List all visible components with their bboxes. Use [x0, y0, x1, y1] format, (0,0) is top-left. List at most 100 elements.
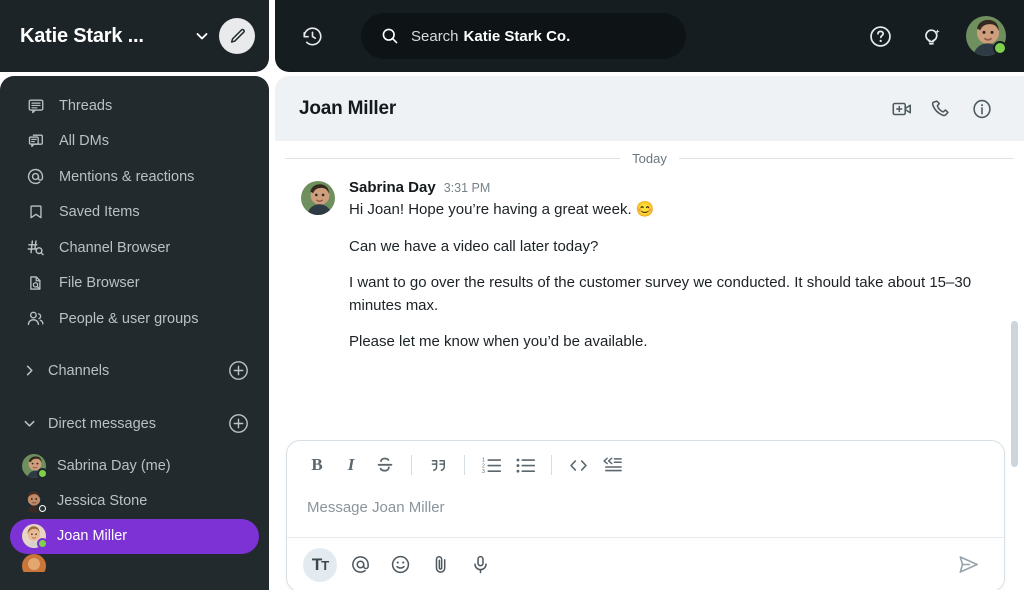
search-icon	[381, 27, 399, 45]
avatar	[22, 489, 48, 514]
presence-badge-online	[993, 41, 1007, 55]
sidebar-item-channel-browser[interactable]: Channel Browser	[0, 230, 269, 266]
sidebar-item-label: Channel Browser	[59, 239, 171, 256]
microphone-icon[interactable]	[463, 548, 497, 582]
message-paragraph: I want to go over the results of the cus…	[349, 274, 972, 314]
avatar	[22, 553, 46, 572]
sidebar-item-label: All DMs	[59, 133, 109, 150]
text-format-icon[interactable]: TT	[303, 547, 337, 582]
message-scrollbar[interactable]	[1011, 251, 1018, 473]
sidebar-section-label: Channels	[48, 362, 110, 379]
toolbar-divider	[411, 455, 412, 475]
sidebar-item-people-user-groups[interactable]: People & user groups	[0, 301, 269, 337]
help-circle-icon[interactable]	[860, 16, 900, 56]
svg-text:3: 3	[481, 469, 484, 475]
sidebar-item-label: People & user groups	[59, 310, 199, 327]
message-timestamp: 3:31 PM	[443, 181, 491, 195]
threads-icon	[26, 96, 45, 115]
sidebar-dm-partial[interactable]	[10, 553, 259, 572]
tt-glyph: TT	[311, 554, 329, 574]
message-body: Sabrina Day 3:31 PM Hi Joan! Hope you’re…	[349, 179, 998, 354]
avatar	[22, 454, 48, 479]
sidebar: Threads All DMs Mentions & reactions Sav…	[0, 76, 269, 590]
at-icon[interactable]	[343, 548, 377, 582]
compose-message-button[interactable]	[219, 18, 255, 54]
people-icon	[26, 309, 45, 328]
chevron-right-icon	[22, 364, 36, 378]
scrollbar-thumb[interactable]	[1011, 321, 1018, 467]
message-paragraph: Please let me know when you’d be availab…	[349, 333, 648, 350]
plus-circle-icon[interactable]	[227, 360, 249, 382]
info-circle-icon[interactable]	[962, 89, 1002, 129]
sidebar-dm-label: Sabrina Day (me)	[57, 458, 171, 474]
message-item: Sabrina Day 3:31 PM Hi Joan! Hope you’re…	[275, 175, 1024, 354]
workspace-header[interactable]: Katie Stark ...	[0, 0, 269, 72]
send-paper-plane-icon[interactable]	[948, 547, 988, 583]
at-mention-icon	[26, 167, 45, 186]
presence-badge-online	[37, 538, 48, 549]
sidebar-item-label: Saved Items	[59, 204, 140, 221]
day-divider: Today	[285, 141, 1014, 175]
sidebar-dm-label: Joan Miller	[57, 528, 128, 544]
paperclip-icon[interactable]	[423, 548, 457, 582]
code-block-icon[interactable]	[596, 449, 628, 481]
message-author[interactable]: Sabrina Day	[349, 179, 436, 196]
italic-icon[interactable]: I	[335, 449, 367, 481]
strikethrough-icon[interactable]	[369, 449, 401, 481]
user-avatar-button[interactable]	[966, 16, 1007, 56]
sidebar-dm-label: Jessica Stone	[57, 493, 148, 509]
plus-circle-icon[interactable]	[227, 413, 249, 435]
bold-icon[interactable]: B	[301, 449, 333, 481]
message-meta: Sabrina Day 3:31 PM	[349, 179, 998, 196]
toolbar-divider	[464, 455, 465, 475]
ordered-list-icon[interactable]: 123	[475, 449, 507, 481]
sidebar-item-threads[interactable]: Threads	[0, 88, 269, 124]
sidebar-dm-joan-miller[interactable]: Joan Miller	[10, 518, 259, 554]
avatar[interactable]	[301, 181, 335, 215]
sidebar-section-channels[interactable]: Channels	[0, 351, 269, 391]
lightbulb-sparkle-icon[interactable]	[910, 16, 950, 56]
sidebar-item-all-dms[interactable]: All DMs	[0, 124, 269, 160]
message-input-placeholder: Message Joan Miller	[307, 499, 445, 516]
composer-action-bar: TT	[287, 537, 1004, 590]
emoji-smiley-icon[interactable]	[383, 548, 417, 582]
day-divider-label: Today	[620, 150, 679, 166]
message-input[interactable]: Message Joan Miller	[287, 489, 1004, 537]
sidebar-item-file-browser[interactable]: File Browser	[0, 266, 269, 302]
sidebar-item-label: File Browser	[59, 275, 140, 292]
italic-glyph: I	[347, 455, 355, 474]
sidebar-dm-sabrina-day[interactable]: Sabrina Day (me)	[10, 449, 259, 484]
code-icon[interactable]	[562, 449, 594, 481]
sidebar-item-label: Mentions & reactions	[59, 168, 195, 185]
bookmark-icon	[26, 203, 45, 222]
sidebar-section-direct-messages[interactable]: Direct messages	[0, 404, 269, 444]
search-input[interactable]: Search Katie Stark Co.	[361, 13, 686, 59]
sidebar-item-label: Threads	[59, 97, 113, 114]
all-dms-icon	[26, 132, 45, 151]
conversation-panel: Joan Miller Today Sabrina Day 3:31 PM Hi…	[275, 76, 1024, 590]
message-paragraph: Can we have a video call later today?	[349, 237, 599, 255]
chevron-down-icon[interactable]	[191, 25, 213, 47]
search-text: Search Katie Stark Co.	[411, 27, 571, 45]
chevron-down-icon	[22, 417, 36, 431]
quote-icon[interactable]	[422, 449, 454, 481]
presence-badge-away	[37, 503, 48, 514]
file-search-icon	[26, 274, 45, 293]
sidebar-section-label: Direct messages	[48, 415, 156, 432]
conversation-title[interactable]: Joan Miller	[299, 98, 882, 120]
message-paragraph: Hi Joan! Hope you’re having a great week…	[349, 201, 655, 218]
bulleted-list-icon[interactable]	[509, 449, 541, 481]
video-add-icon[interactable]	[882, 89, 922, 129]
sidebar-dm-jessica-stone[interactable]: Jessica Stone	[10, 484, 259, 519]
formatting-toolbar: B I 123	[287, 441, 1004, 489]
sidebar-item-saved-items[interactable]: Saved Items	[0, 195, 269, 231]
avatar	[22, 524, 48, 549]
bold-glyph: B	[311, 455, 323, 474]
phone-icon[interactable]	[922, 89, 962, 129]
channel-search-icon	[26, 238, 45, 257]
conversation-header: Joan Miller	[275, 76, 1024, 141]
history-clock-icon[interactable]	[291, 15, 333, 57]
presence-badge-online	[37, 468, 48, 479]
workspace-name: Katie Stark ...	[20, 24, 144, 47]
sidebar-item-mentions-reactions[interactable]: Mentions & reactions	[0, 159, 269, 195]
